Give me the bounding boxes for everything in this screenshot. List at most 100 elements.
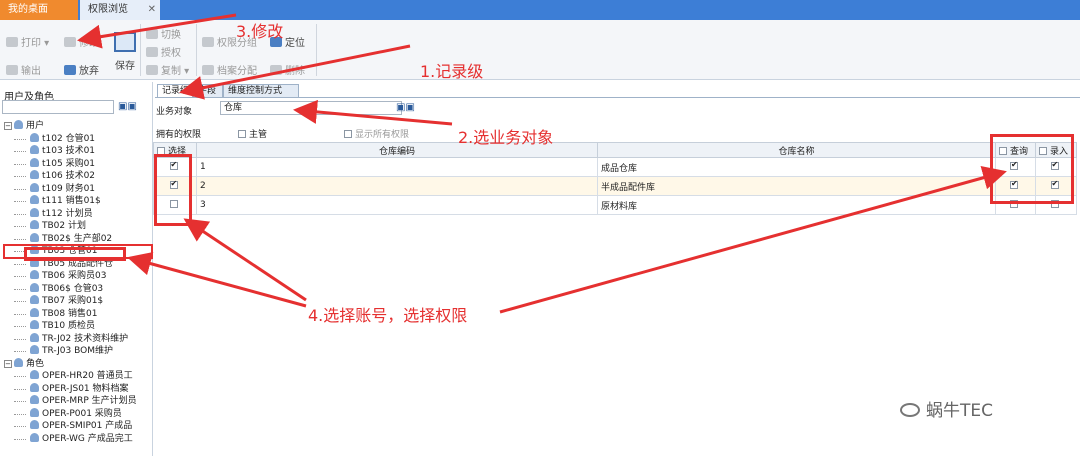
tree-item[interactable]: t102 仓管01 [4, 132, 152, 146]
tree-item[interactable]: t111 销售01$ [4, 195, 152, 208]
tree-item-label: TB10 质检员 [42, 321, 95, 331]
tree-item[interactable]: TB10 质检员 [4, 320, 152, 333]
tree-item[interactable]: TB06 采购员03 [4, 270, 152, 283]
tree-item[interactable]: TB08 销售01 [4, 307, 152, 321]
user-role-tree: − 用户 t102 仓管01 t103 技术01 t105 采购01 t106 技术02 t… [3, 120, 153, 446]
table-row[interactable]: 1成品仓库 [153, 157, 1077, 177]
checkbox-icon[interactable] [344, 130, 352, 138]
copy-icon [146, 65, 158, 75]
user-icon [30, 345, 39, 354]
printer-icon [6, 37, 18, 47]
discard-button[interactable]: 放弃 [64, 62, 99, 77]
print-button[interactable]: 打印 ▾ [6, 34, 49, 49]
output-button[interactable]: 输出 [6, 62, 41, 77]
table-row[interactable]: 3 原材料库 [153, 195, 1077, 215]
delete-icon [270, 65, 282, 75]
warehouse-name-cell: 原材料库 [597, 195, 996, 215]
tree-item-label: t111 销售01$ [42, 196, 101, 206]
tree-item-label: OPER-WG 产成品完工 [42, 433, 133, 444]
binoculars-icon[interactable]: ▣▣ [118, 101, 137, 112]
tab-field[interactable]: 字段 [193, 84, 223, 97]
tab-record-level[interactable]: 记录级 [157, 84, 193, 97]
collapse-icon[interactable]: − [4, 122, 12, 130]
tab-label: 权限浏览 [88, 4, 128, 15]
tree-item[interactable]: OPER-HR20 普通员工 [4, 370, 152, 383]
tree-item[interactable]: OPER-WG 产成品完工 [4, 432, 152, 446]
tree-item-label: OPER-P001 采购员 [42, 408, 122, 419]
tab-permission-browse[interactable]: 权限浏览 ✕ [80, 0, 160, 20]
user-icon [14, 357, 23, 367]
tree-item[interactable]: TB02$ 生产部02 [4, 232, 152, 246]
archive-icon [202, 65, 214, 75]
annotation-step1: 1.记录级 [420, 62, 484, 81]
pencil-icon [64, 37, 76, 47]
tree-item[interactable]: TB02 计划 [4, 220, 152, 233]
tree-item[interactable]: OPER-MRP 生产计划员 [4, 395, 152, 408]
warehouse-code-cell: 1 [196, 157, 598, 177]
user-icon [30, 157, 39, 167]
tree-item[interactable]: TB06$ 仓管03 [4, 282, 152, 296]
tree-item[interactable]: TB07 采购01$ [4, 295, 152, 308]
export-icon [6, 65, 18, 75]
show-all-checkbox[interactable]: 显示所有权限 [344, 127, 409, 140]
tree-item[interactable]: OPER-P001 采购员 [4, 407, 152, 421]
tree-item[interactable]: t103 技术01 [4, 145, 152, 158]
tree-item-label: OPER-JS01 物料档案 [42, 383, 129, 394]
search-input[interactable] [2, 100, 114, 114]
checkbox-icon[interactable] [238, 130, 246, 138]
tab-my-desktop[interactable]: 我的桌面 [0, 0, 78, 20]
delete-button[interactable]: 删除 [270, 62, 305, 77]
save-icon[interactable] [114, 32, 136, 52]
save-button[interactable]: 保存 [115, 57, 135, 72]
archive-assign-button[interactable]: 档案分配 [202, 62, 257, 77]
user-role-panel: 用户及角色 ▣▣ − 用户 t102 仓管01 t103 技术01 t105 采购01 t… [0, 82, 153, 456]
user-icon [30, 420, 39, 429]
user-icon [30, 182, 39, 192]
tree-item-label: TB02 计划 [42, 221, 86, 231]
tree-group[interactable]: − 用户 [4, 120, 152, 133]
modify-button[interactable]: 修改 [64, 34, 99, 49]
user-icon [30, 232, 39, 242]
tree-item-label: t109 财务01 [42, 183, 96, 194]
warehouse-name-cell: 半成品配件库 [597, 176, 996, 196]
tree-item-label: OPER-SMIP01 产成品 [42, 421, 133, 431]
switch-button[interactable]: 切换 [146, 26, 181, 41]
user-icon [30, 270, 39, 279]
collapse-icon[interactable]: − [4, 359, 12, 368]
binoculars-icon[interactable]: ▣▣ [396, 102, 415, 113]
tree-item-label: TB08 销售01 [42, 308, 98, 319]
tree-item[interactable]: OPER-JS01 物料档案 [4, 382, 152, 396]
watermark: 蜗牛TEC [900, 396, 993, 421]
tree-item-label: t105 采购01 [42, 158, 96, 169]
tree-item[interactable]: t109 财务01 [4, 182, 152, 196]
supervisor-checkbox[interactable]: 主管 [238, 127, 267, 140]
tree-item-label: OPER-MRP 生产计划员 [42, 396, 137, 406]
tree-item[interactable]: t105 采购01 [4, 157, 152, 171]
business-object-input[interactable]: 仓库 [220, 101, 402, 115]
group-icon [202, 37, 214, 47]
switch-icon [146, 29, 158, 39]
tab-dimension-control[interactable]: 维度控制方式 [223, 84, 299, 97]
highlight-permission-columns [990, 134, 1074, 204]
key-icon [146, 47, 158, 57]
user-icon [30, 407, 39, 417]
tree-item[interactable]: t112 计划员 [4, 207, 152, 221]
user-icon [30, 132, 39, 142]
close-icon[interactable]: ✕ [148, 0, 156, 20]
tree-group[interactable]: − 角色 [4, 357, 152, 371]
tree-item[interactable]: TR-J02 技术资料维护 [4, 332, 152, 346]
authorize-button[interactable]: 授权 [146, 44, 181, 59]
tree-item[interactable]: t106 技术02 [4, 170, 152, 183]
header-name[interactable]: 仓库名称 [597, 142, 996, 158]
tree-item-label: t102 仓管01 [42, 133, 96, 144]
tree-item-label: t106 技术02 [42, 171, 96, 181]
table-row[interactable]: 2半成品配件库 [153, 176, 1077, 196]
tree-item[interactable]: TR-J03 BOM维护 [4, 345, 152, 358]
copy-button[interactable]: 复制 ▾ [146, 62, 189, 77]
warehouse-name-cell: 成品仓库 [597, 157, 996, 177]
tree-item-label: t112 计划员 [42, 208, 93, 219]
tree-item[interactable]: OPER-SMIP01 产成品 [4, 420, 152, 433]
tree-item-label: TR-J03 BOM维护 [42, 346, 113, 356]
tree-item-label: TB02$ 生产部02 [42, 233, 113, 244]
user-icon [30, 307, 39, 317]
